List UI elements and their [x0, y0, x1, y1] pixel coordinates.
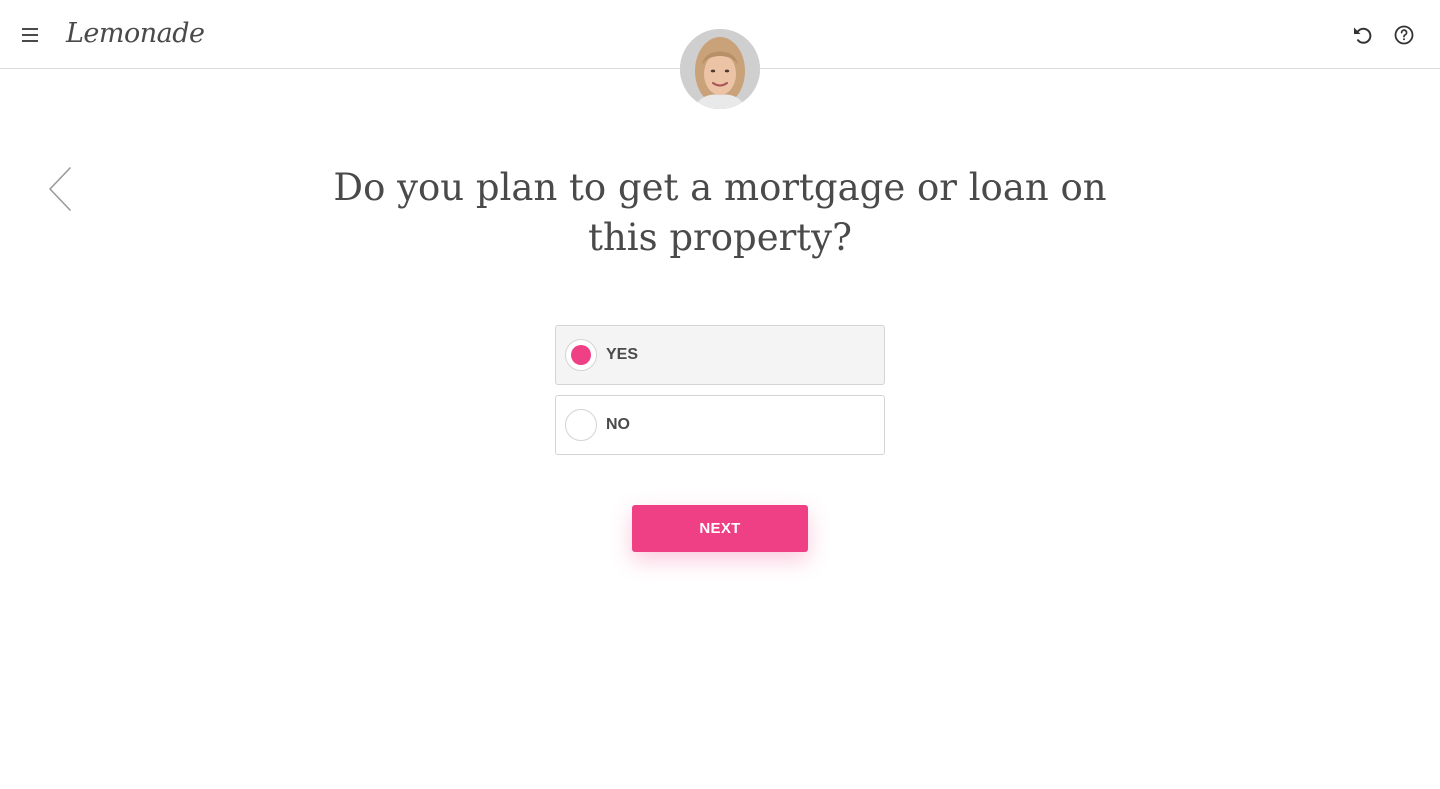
- agent-avatar: [680, 29, 760, 109]
- option-yes-label: YES: [606, 346, 639, 363]
- hamburger-menu-icon[interactable]: [18, 23, 42, 47]
- help-circle-icon[interactable]: [1392, 23, 1416, 47]
- question-title: Do you plan to get a mortgage or loan on…: [333, 166, 1107, 259]
- agent-avatar-photo: [680, 29, 760, 109]
- restart-icon[interactable]: [1351, 23, 1375, 47]
- option-no[interactable]: NO: [555, 395, 885, 455]
- option-no-label: NO: [606, 416, 630, 433]
- next-button[interactable]: NEXT: [632, 505, 808, 552]
- radio-no[interactable]: [565, 409, 597, 441]
- radio-yes[interactable]: [565, 339, 597, 371]
- chevron-left-icon[interactable]: [44, 164, 76, 214]
- option-yes[interactable]: YES: [555, 325, 885, 385]
- radio-selected-dot: [571, 345, 591, 365]
- lemonade-logo[interactable]: Lemonade: [66, 14, 205, 54]
